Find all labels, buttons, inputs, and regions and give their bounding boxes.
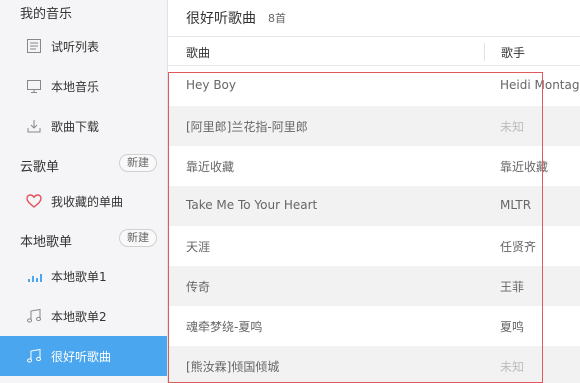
sidebar-item-local-music[interactable]: 本地音乐 [0,66,167,106]
sidebar-item-label: 我收藏的单曲 [51,195,124,209]
song-artist: 未知 [500,120,525,134]
song-artist: MLTR [500,198,532,212]
new-cloud-playlist-button[interactable]: 新建 [119,154,157,172]
new-local-playlist-button[interactable]: 新建 [119,229,157,247]
song-artist: 夏鸣 [500,320,525,334]
table-header: 歌曲 歌手 [168,37,580,66]
sidebar-item-label: 很好听歌曲 [51,350,112,364]
sidebar-item-label: 本地歌单1 [51,270,107,284]
song-artist: 任贤齐 [500,240,537,254]
sidebar-item-local-playlist-2[interactable]: 本地歌单2 [0,296,167,336]
song-artist: 王菲 [500,280,525,294]
song-title: 传奇 [186,280,211,294]
song-title: [熊汝霖]倾国倾城 [186,360,280,374]
music-note-icon [25,347,43,365]
column-divider[interactable] [484,43,485,61]
monitor-icon [25,77,43,95]
section-title-my-music: 我的音乐 [20,7,73,22]
table-row[interactable]: [阿里郎]兰花指-阿里郎 未知 [168,106,580,146]
table-row[interactable]: 天涯 任贤齐 [168,226,580,266]
song-artist: 未知 [500,360,525,374]
table-row[interactable]: [熊汝霖]倾国倾城 未知 [168,346,580,383]
page-title: 很好听歌曲 [186,11,256,27]
sidebar-item-downloads[interactable]: 歌曲下载 [0,106,167,146]
heart-icon [25,192,43,210]
sidebar: 我的音乐 试听列表 本地音乐 歌曲下载 云歌单 新建 我收藏的单曲 本地歌单 新… [0,0,168,383]
sidebar-item-favorite-songs[interactable]: 很好听歌曲 [0,336,167,376]
column-header-artist[interactable]: 歌手 [501,44,525,61]
equalizer-icon [25,267,43,285]
sidebar-item-label: 歌曲下载 [51,120,100,134]
song-list: Hey Boy Heidi Montag [阿里郎]兰花指-阿里郎 未知 靠近收… [168,66,580,383]
sidebar-item-label: 试听列表 [51,40,100,54]
song-title: 天涯 [186,240,211,254]
section-title-local-playlists: 本地歌单 [20,235,73,250]
table-row[interactable]: Hey Boy Heidi Montag [168,66,580,106]
sidebar-item-local-playlist-1[interactable]: 本地歌单1 [0,256,167,296]
song-title: Take Me To Your Heart [186,198,318,212]
song-title: [阿里郎]兰花指-阿里郎 [186,120,308,134]
music-note-icon [25,307,43,325]
sidebar-item-label: 本地歌单2 [51,310,107,324]
music-app-window: 我的音乐 试听列表 本地音乐 歌曲下载 云歌单 新建 我收藏的单曲 本地歌单 新… [0,0,580,383]
column-header-song[interactable]: 歌曲 [186,44,210,61]
section-title-cloud-playlists: 云歌单 [20,160,60,175]
table-row[interactable]: 魂牵梦绕-夏鸣 夏鸣 [168,306,580,346]
song-artist: 靠近收藏 [500,160,549,174]
table-row[interactable]: 靠近收藏 靠近收藏 [168,146,580,186]
download-icon [25,117,43,135]
table-row[interactable]: 传奇 王菲 [168,266,580,306]
song-artist: Heidi Montag [500,78,580,92]
song-count: 8首 [268,12,286,25]
song-title: 靠近收藏 [186,160,235,174]
table-row[interactable]: Take Me To Your Heart MLTR [168,186,580,226]
song-title: 魂牵梦绕-夏鸣 [186,320,263,334]
playlist-header: 很好听歌曲 8首 [168,0,580,37]
playlist-panel: 很好听歌曲 8首 歌曲 歌手 Hey Boy Heidi Montag [阿里郎… [168,0,580,383]
sidebar-item-label: 本地音乐 [51,80,100,94]
sidebar-item-favorites[interactable]: 我收藏的单曲 [0,181,167,221]
list-icon [25,37,43,55]
sidebar-item-listen-list[interactable]: 试听列表 [0,26,167,66]
song-title: Hey Boy [186,78,236,92]
